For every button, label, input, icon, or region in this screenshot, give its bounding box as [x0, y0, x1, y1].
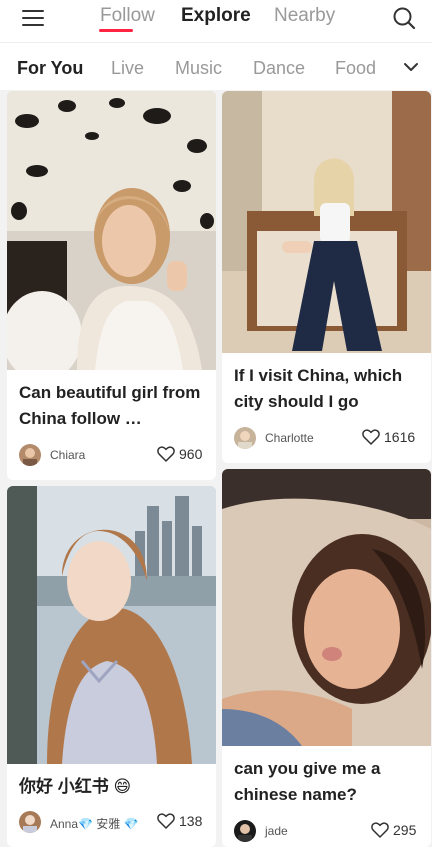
active-tab-indicator — [99, 29, 133, 32]
feed-card[interactable]: can you give me a chinese name? jade 295 — [222, 469, 431, 847]
avatar — [19, 444, 41, 466]
feed-card[interactable]: 你好 小红书 😄 Anna💎 安雅 💎 138 — [7, 486, 216, 847]
menu-icon[interactable] — [22, 8, 46, 28]
post-author[interactable]: jade — [234, 820, 334, 842]
feed-card[interactable]: If I visit China, which city should I go… — [222, 91, 431, 463]
like-count: 295 — [393, 822, 417, 838]
post-photo[interactable] — [222, 469, 431, 746]
author-name: Charlotte — [265, 431, 314, 445]
post-title: can you give me a chinese name? — [234, 759, 381, 804]
author-name: Anna💎 安雅 💎 — [50, 817, 139, 831]
like-count: 138 — [179, 813, 203, 829]
like-button[interactable]: 1616 — [362, 427, 430, 449]
avatar — [19, 811, 41, 833]
category-bar: For You Live Music Dance Food — [0, 42, 432, 90]
post-author[interactable]: Charlotte — [234, 427, 344, 449]
top-bar: Follow Explore Nearby — [0, 0, 432, 42]
category-food[interactable]: Food — [335, 58, 376, 79]
like-count: 1616 — [384, 429, 416, 445]
heart-icon — [362, 429, 380, 445]
avatar — [234, 427, 256, 449]
author-name: jade — [265, 824, 288, 838]
post-photo[interactable] — [222, 91, 431, 353]
category-dance[interactable]: Dance — [253, 58, 305, 79]
post-photo[interactable] — [7, 91, 216, 370]
heart-icon — [157, 446, 175, 462]
post-title: Can beautiful girl from China follow … — [19, 383, 201, 428]
feed-card[interactable]: Can beautiful girl from China follow … C… — [7, 91, 216, 480]
heart-icon — [157, 813, 175, 829]
avatar — [234, 820, 256, 842]
main-tabs: Follow Explore Nearby — [100, 5, 340, 37]
post-photo[interactable] — [7, 486, 216, 764]
post-title: If I visit China, which city should I go — [234, 366, 403, 411]
category-live[interactable]: Live — [111, 58, 144, 79]
search-icon[interactable] — [392, 6, 416, 30]
tab-follow[interactable]: Follow — [100, 5, 155, 27]
like-button[interactable]: 960 — [157, 444, 216, 466]
category-for-you[interactable]: For You — [17, 58, 83, 79]
like-count: 960 — [179, 446, 203, 462]
like-button[interactable]: 138 — [157, 811, 215, 833]
post-title: 你好 小红书 😄 — [19, 777, 132, 796]
post-author[interactable]: Chiara — [19, 444, 129, 466]
chevron-down-icon[interactable] — [402, 60, 420, 74]
tab-nearby[interactable]: Nearby — [274, 5, 335, 27]
like-button[interactable]: 295 — [371, 820, 431, 842]
post-author[interactable]: Anna💎 安雅 💎 — [19, 811, 144, 833]
category-music[interactable]: Music — [175, 58, 222, 79]
heart-icon — [371, 822, 389, 838]
author-name: Chiara — [50, 448, 86, 462]
tab-explore[interactable]: Explore — [181, 5, 251, 27]
